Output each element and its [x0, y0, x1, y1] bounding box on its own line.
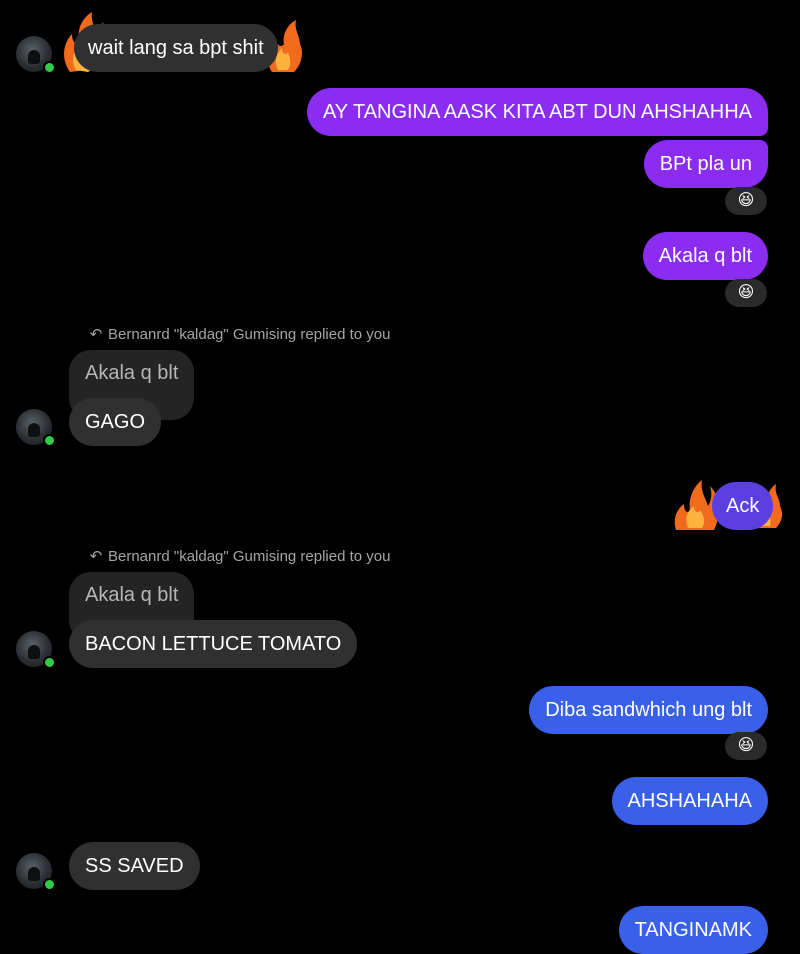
message-text: SS SAVED	[85, 855, 184, 877]
quoted-text: Akala q blt	[85, 584, 179, 606]
outgoing-message[interactable]: AY TANGINA AASK KITA ABT DUN AHSHAHHA	[306, 88, 768, 136]
laughing-emoji-icon: 😆	[737, 284, 755, 301]
reply-label: Bernanrd "kaldag" Gumising replied to yo…	[108, 326, 391, 343]
message-text: AY TANGINA AASK KITA ABT DUN AHSHAHHA	[322, 101, 752, 123]
reply-arrow-icon: ↶	[89, 326, 103, 343]
message-text: wait lang sa bpt shit	[88, 37, 264, 59]
contact-avatar[interactable]	[16, 853, 56, 891]
message-text: Akala q blt	[658, 245, 752, 267]
message-reaction[interactable]: 😆	[725, 187, 767, 215]
incoming-message[interactable]: BACON LETTUCE TOMATO	[69, 620, 358, 668]
online-status-dot	[43, 61, 56, 74]
message-text: Ack	[726, 495, 760, 517]
reply-arrow-icon: ↶	[89, 548, 103, 565]
message-text: TANGINAMK	[634, 919, 752, 941]
message-text: AHSHAHAHA	[627, 790, 752, 812]
incoming-message[interactable]: SS SAVED	[69, 842, 200, 890]
outgoing-message[interactable]: Diba sandwhich ung blt	[529, 686, 768, 734]
laughing-emoji-icon: 😆	[737, 192, 755, 209]
online-status-dot	[43, 878, 56, 891]
message-reaction[interactable]: 😆	[725, 279, 767, 307]
incoming-message[interactable]: wait lang sa bpt shit	[74, 24, 278, 72]
reply-label: Bernanrd "kaldag" Gumising replied to yo…	[108, 548, 391, 565]
contact-avatar[interactable]	[16, 36, 56, 74]
online-status-dot	[43, 434, 56, 447]
outgoing-message[interactable]: Ack	[712, 482, 774, 530]
outgoing-message[interactable]: AHSHAHAHA	[611, 777, 768, 825]
message-reaction[interactable]: 😆	[725, 732, 767, 760]
quoted-text: Akala q blt	[85, 362, 179, 384]
online-status-dot	[43, 656, 56, 669]
message-text: GAGO	[85, 411, 146, 433]
outgoing-message[interactable]: TANGINAMK	[618, 906, 768, 954]
contact-avatar[interactable]	[16, 409, 56, 447]
incoming-message[interactable]: GAGO	[69, 398, 162, 446]
contact-avatar[interactable]	[16, 631, 56, 669]
message-text: BPt pla un	[659, 153, 752, 175]
reply-indicator: ↶ Bernanrd "kaldag" Gumising replied to y…	[88, 547, 391, 565]
message-text: Diba sandwhich ung blt	[545, 699, 752, 721]
message-text: BACON LETTUCE TOMATO	[85, 633, 342, 655]
outgoing-message[interactable]: Akala q blt	[642, 232, 768, 280]
reply-indicator: ↶ Bernanrd "kaldag" Gumising replied to y…	[88, 325, 391, 343]
laughing-emoji-icon: 😆	[737, 737, 755, 754]
outgoing-message[interactable]: BPt pla un	[643, 140, 768, 188]
